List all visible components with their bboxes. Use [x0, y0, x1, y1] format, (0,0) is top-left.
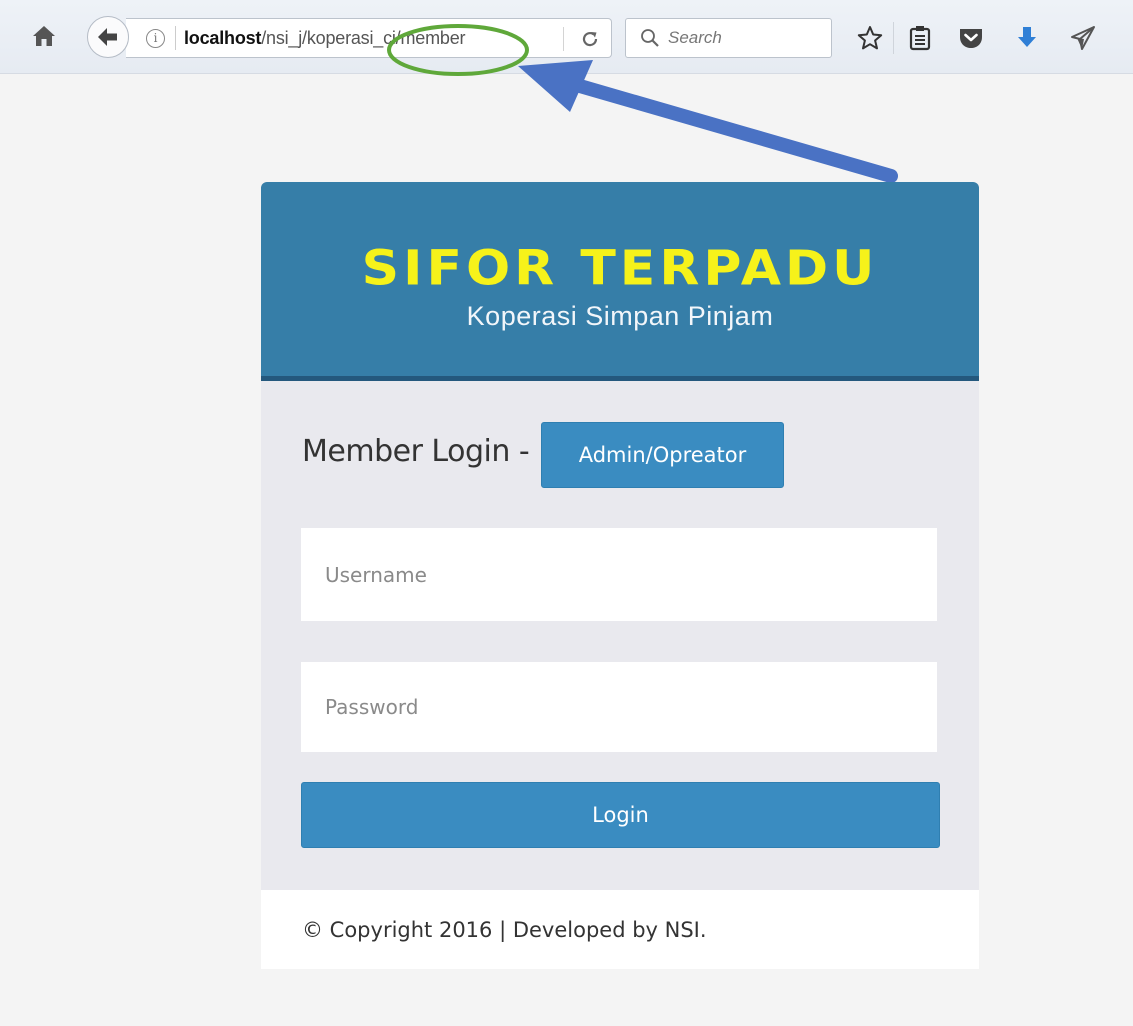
- login-card: SIFOR TERPADU Koperasi Simpan Pinjam Mem…: [261, 182, 979, 969]
- password-field[interactable]: [301, 662, 937, 752]
- url-text[interactable]: localhost/nsi_j/koperasi_ci/member: [184, 27, 466, 49]
- url-bar[interactable]: i localhost/nsi_j/koperasi_ci/member: [126, 18, 612, 58]
- back-button[interactable]: [87, 16, 129, 58]
- copyright-text: © Copyright 2016 | Developed by NSI.: [302, 917, 707, 942]
- url-host: localhost: [184, 27, 262, 48]
- url-path: /nsi_j/koperasi_ci/member: [261, 27, 466, 48]
- downloads-icon[interactable]: [1013, 24, 1041, 52]
- toolbar-separator: [893, 22, 894, 54]
- reload-icon[interactable]: [577, 25, 603, 53]
- url-divider: [563, 27, 564, 51]
- bookmark-star-icon[interactable]: [856, 24, 884, 52]
- login-heading: Member Login -: [302, 434, 530, 469]
- pocket-icon[interactable]: [957, 24, 985, 52]
- login-form: Member Login - Admin/Opreator Login: [261, 381, 979, 890]
- share-icon[interactable]: [1069, 24, 1097, 52]
- card-header: SIFOR TERPADU Koperasi Simpan Pinjam: [261, 182, 979, 381]
- url-separator: [175, 26, 176, 50]
- search-icon: [640, 28, 660, 48]
- reload-icon-glyph: [582, 31, 598, 47]
- home-icon[interactable]: [30, 22, 58, 50]
- info-icon[interactable]: i: [146, 28, 165, 48]
- logo-title: SIFOR TERPADU: [361, 240, 879, 297]
- logo-subtitle: Koperasi Simpan Pinjam: [466, 300, 774, 331]
- reading-list-icon[interactable]: [906, 24, 934, 52]
- admin-operator-button[interactable]: Admin/Opreator: [541, 422, 784, 488]
- browser-toolbar: i localhost/nsi_j/koperasi_ci/member: [0, 0, 1133, 78]
- search-input[interactable]: [666, 27, 826, 49]
- card-footer: © Copyright 2016 | Developed by NSI.: [261, 890, 979, 969]
- home-icon-glyph: [33, 26, 55, 46]
- login-button[interactable]: Login: [301, 782, 940, 848]
- username-field[interactable]: [301, 528, 937, 621]
- search-bar[interactable]: [625, 18, 832, 58]
- back-arrow-icon: [98, 28, 117, 46]
